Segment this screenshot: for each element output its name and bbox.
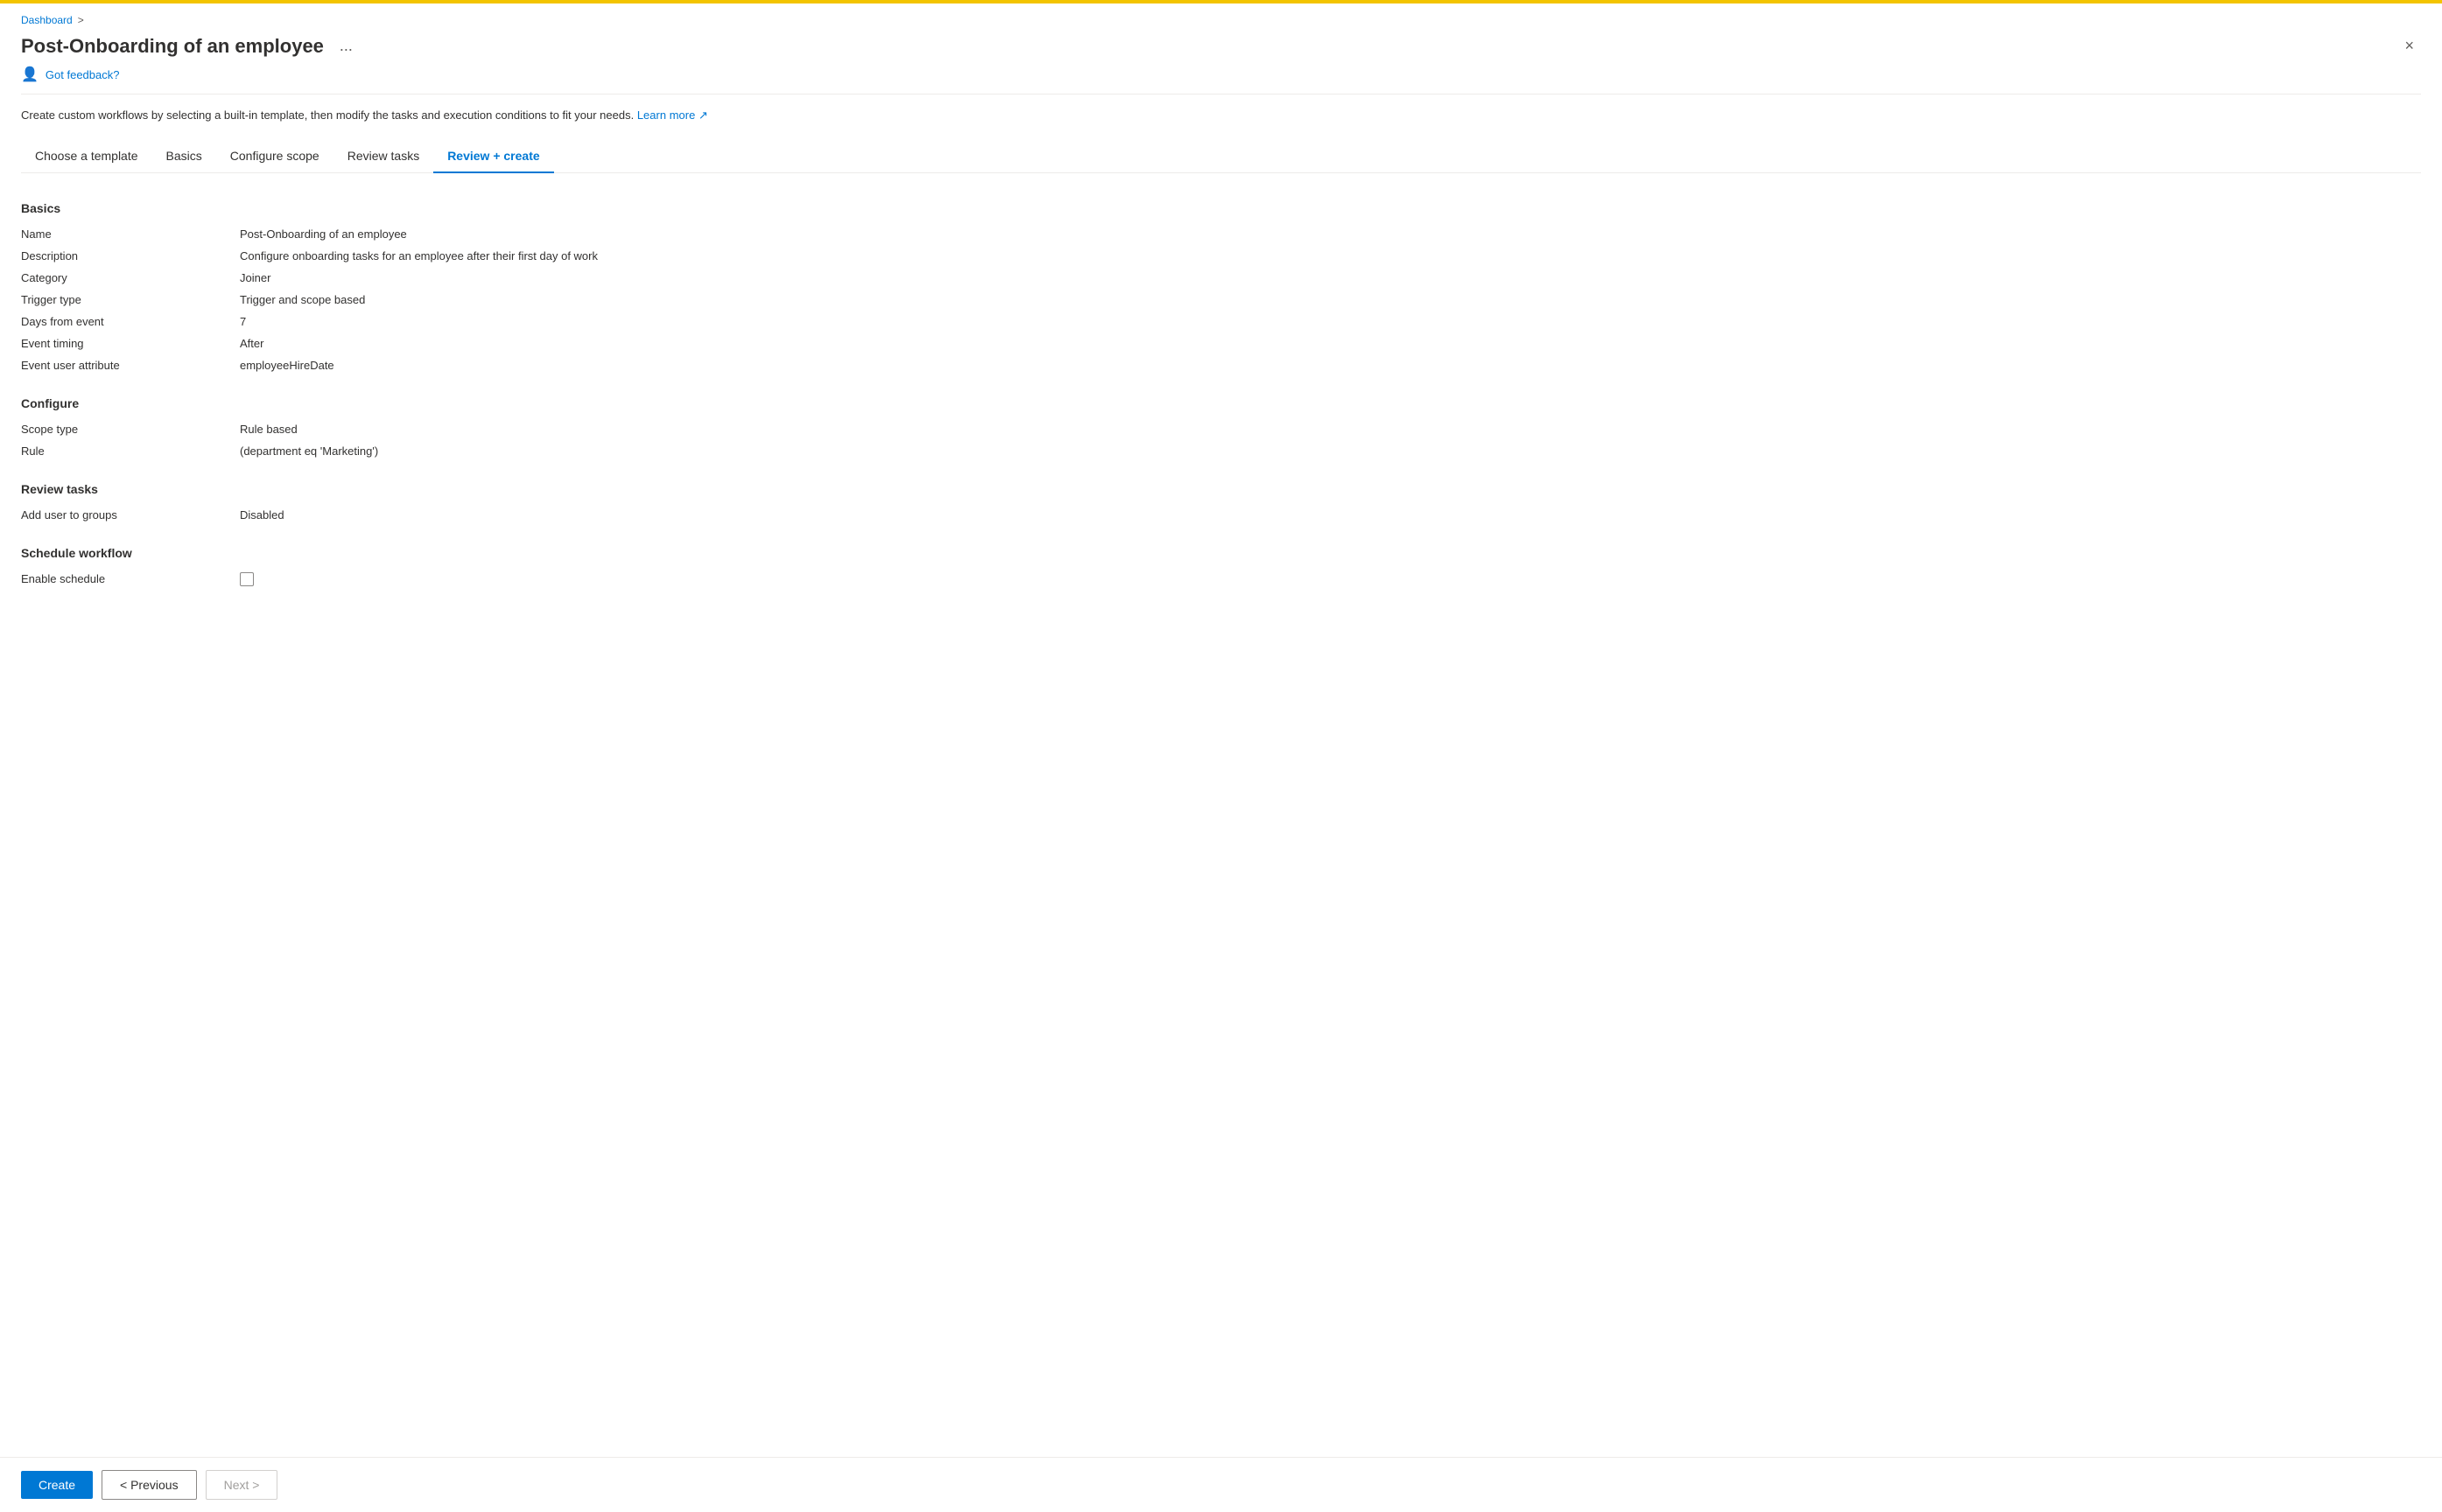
field-label-days-from-event: Days from event	[21, 315, 240, 328]
field-label-description: Description	[21, 249, 240, 262]
field-name: Name Post-Onboarding of an employee	[21, 228, 2421, 241]
field-label-rule: Rule	[21, 444, 240, 458]
create-button[interactable]: Create	[21, 1471, 93, 1499]
basics-heading: Basics	[21, 201, 2421, 215]
enable-schedule-checkbox[interactable]	[240, 572, 254, 586]
field-value-rule: (department eq 'Marketing')	[240, 444, 2421, 458]
tab-choose-template[interactable]: Choose a template	[21, 140, 152, 173]
content-area: Basics Name Post-Onboarding of an employ…	[21, 198, 2421, 1512]
configure-section: Configure Scope type Rule based Rule (de…	[21, 396, 2421, 458]
review-tasks-section: Review tasks Add user to groups Disabled	[21, 482, 2421, 522]
field-label-name: Name	[21, 228, 240, 241]
tabs-container: Choose a template Basics Configure scope…	[21, 140, 2421, 173]
feedback-label: Got feedback?	[46, 68, 120, 81]
schedule-workflow-heading: Schedule workflow	[21, 546, 2421, 560]
field-value-add-user-to-groups: Disabled	[240, 508, 2421, 522]
page-title: Post-Onboarding of an employee	[21, 35, 324, 58]
field-label-trigger-type: Trigger type	[21, 293, 240, 306]
close-button[interactable]: ×	[2397, 33, 2421, 59]
field-value-category: Joiner	[240, 271, 2421, 284]
header-left: Post-Onboarding of an employee ...	[21, 33, 360, 59]
header-row: Post-Onboarding of an employee ... ×	[21, 33, 2421, 59]
field-value-event-timing: After	[240, 337, 2421, 350]
enable-schedule-checkbox-container	[240, 572, 254, 586]
field-trigger-type: Trigger type Trigger and scope based	[21, 293, 2421, 306]
field-label-enable-schedule: Enable schedule	[21, 572, 240, 585]
field-enable-schedule: Enable schedule	[21, 572, 2421, 586]
field-add-user-to-groups: Add user to groups Disabled	[21, 508, 2421, 522]
next-button: Next >	[206, 1470, 278, 1500]
breadcrumb: Dashboard >	[21, 14, 2421, 26]
feedback-row[interactable]: 👤 Got feedback?	[21, 66, 2421, 83]
tab-basics[interactable]: Basics	[152, 140, 216, 173]
field-label-event-timing: Event timing	[21, 337, 240, 350]
tab-review-create[interactable]: Review + create	[433, 140, 553, 173]
breadcrumb-dashboard-link[interactable]: Dashboard	[21, 14, 73, 26]
field-scope-type: Scope type Rule based	[21, 423, 2421, 436]
breadcrumb-separator: >	[78, 14, 84, 26]
field-description: Description Configure onboarding tasks f…	[21, 249, 2421, 262]
field-value-scope-type: Rule based	[240, 423, 2421, 436]
learn-more-link[interactable]: Learn more ↗	[637, 108, 708, 122]
field-label-scope-type: Scope type	[21, 423, 240, 436]
field-value-description: Configure onboarding tasks for an employ…	[240, 249, 2421, 262]
field-value-event-user-attribute: employeeHireDate	[240, 359, 2421, 372]
footer-bar: Create < Previous Next >	[0, 1457, 2442, 1512]
field-label-event-user-attribute: Event user attribute	[21, 359, 240, 372]
ellipsis-menu-button[interactable]: ...	[333, 33, 360, 59]
description-text: Create custom workflows by selecting a b…	[21, 108, 2421, 122]
field-value-name: Post-Onboarding of an employee	[240, 228, 2421, 241]
field-event-timing: Event timing After	[21, 337, 2421, 350]
feedback-icon: 👤	[21, 66, 39, 83]
field-days-from-event: Days from event 7	[21, 315, 2421, 328]
previous-button[interactable]: < Previous	[102, 1470, 197, 1500]
review-tasks-heading: Review tasks	[21, 482, 2421, 496]
basics-section: Basics Name Post-Onboarding of an employ…	[21, 201, 2421, 372]
tab-review-tasks[interactable]: Review tasks	[333, 140, 433, 173]
tab-configure-scope[interactable]: Configure scope	[216, 140, 333, 173]
schedule-workflow-section: Schedule workflow Enable schedule	[21, 546, 2421, 586]
configure-heading: Configure	[21, 396, 2421, 410]
field-label-category: Category	[21, 271, 240, 284]
field-rule: Rule (department eq 'Marketing')	[21, 444, 2421, 458]
field-value-trigger-type: Trigger and scope based	[240, 293, 2421, 306]
field-category: Category Joiner	[21, 271, 2421, 284]
field-event-user-attribute: Event user attribute employeeHireDate	[21, 359, 2421, 372]
field-label-add-user-to-groups: Add user to groups	[21, 508, 240, 522]
field-value-days-from-event: 7	[240, 315, 2421, 328]
